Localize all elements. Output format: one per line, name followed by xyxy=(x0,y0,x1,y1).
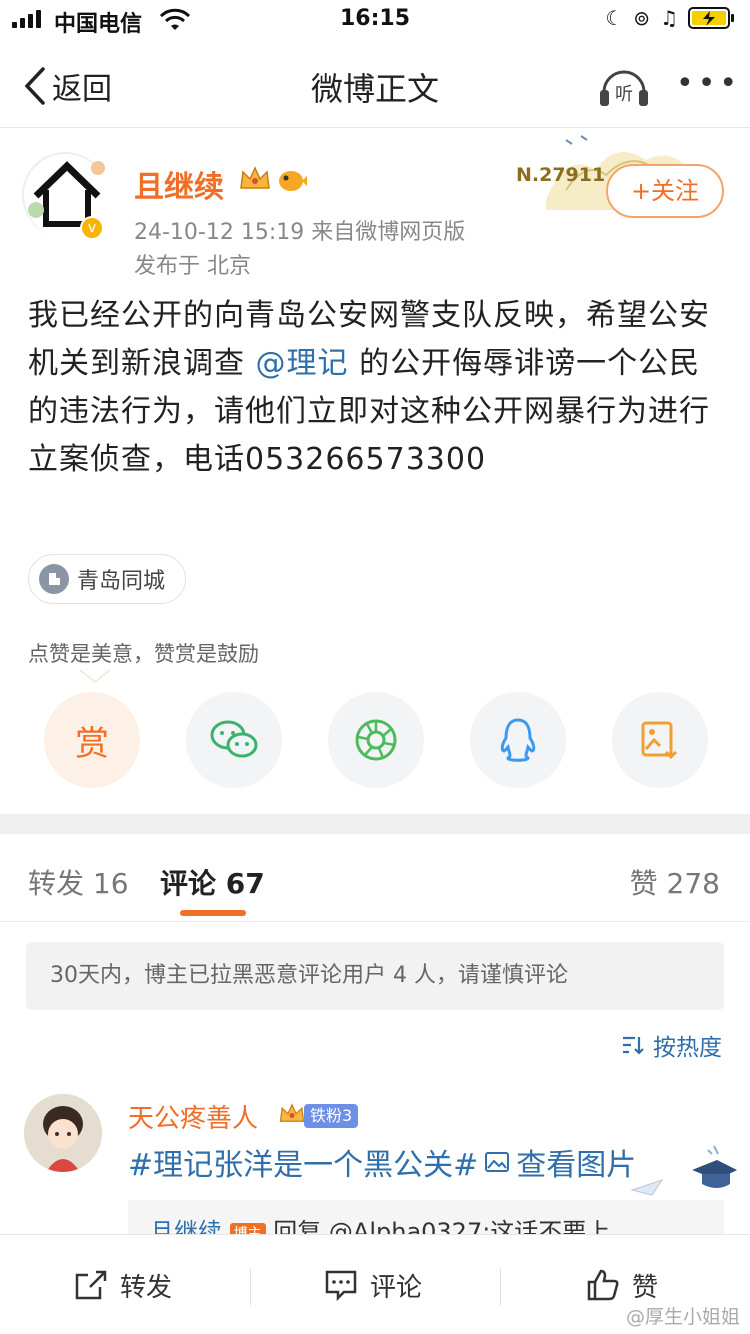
repost-button[interactable]: 转发 xyxy=(74,1235,172,1334)
badge-number: N.27911 xyxy=(516,164,606,186)
watermark: @厚生小姐姐 xyxy=(625,1306,740,1328)
commenter-crown-icon xyxy=(279,1103,305,1122)
fan-level-badge: 铁粉3 xyxy=(304,1104,359,1128)
share-actions: 赏 xyxy=(44,692,708,788)
repost-icon xyxy=(75,1270,107,1300)
battery-icon xyxy=(688,7,734,29)
comment-button[interactable]: 评论 xyxy=(324,1235,422,1334)
divider xyxy=(500,1269,501,1305)
tab-repost-count: 16 xyxy=(92,867,129,900)
sort-button[interactable]: 按热度 xyxy=(621,1028,722,1062)
follow-button[interactable]: +关注 xyxy=(606,164,724,218)
pufferfish-icon xyxy=(279,171,307,191)
moments-share-button[interactable] xyxy=(328,692,424,788)
view-image-link[interactable]: 查看图片 xyxy=(516,1140,636,1184)
post-text: 我已经公开的向青岛公安网警支队反映，希望公安机关到新浪调查 @理记 的公开侮辱诽… xyxy=(28,292,724,484)
commenter-name[interactable]: 天公疼善人 xyxy=(128,1098,258,1135)
commenter-avatar[interactable] xyxy=(24,1094,102,1172)
repost-label: 转发 xyxy=(120,1272,173,1303)
comment-text: #理记张洋是一个黑公关# 查看图片 xyxy=(128,1140,636,1184)
post-location: 发布于 北京 xyxy=(134,254,251,279)
like-label: 赞 xyxy=(632,1272,659,1303)
qq-icon xyxy=(500,718,536,762)
tab-comment[interactable]: 评论 67 xyxy=(160,862,265,902)
wechat-share-button[interactable] xyxy=(186,692,282,788)
crown-icon xyxy=(240,166,270,189)
city-tag[interactable]: 青岛同城 xyxy=(28,554,187,604)
tab-like[interactable]: 赞 278 xyxy=(630,862,720,902)
wechat-icon xyxy=(210,720,258,758)
divider xyxy=(250,1269,251,1305)
save-image-button[interactable] xyxy=(612,692,708,788)
comment-label: 评论 xyxy=(370,1272,423,1303)
rotation-lock-icon: ⊚ xyxy=(633,6,651,30)
tab-like-label: 赞 xyxy=(629,867,658,900)
thumbs-up-icon xyxy=(587,1269,619,1301)
tab-like-count: 278 xyxy=(666,867,720,900)
tip-caret-icon xyxy=(80,670,110,683)
moments-icon xyxy=(355,719,397,761)
building-icon xyxy=(39,564,69,594)
graduation-cap-decoration-icon xyxy=(630,1145,737,1196)
reward-tip: 点赞是美意，赞赏是鼓励 xyxy=(28,642,259,666)
section-divider xyxy=(0,814,750,834)
tab-comment-count: 67 xyxy=(225,867,265,900)
nav-bar: 返回 微博正文 听 ••• xyxy=(0,40,750,128)
headphones-icon: ♫ xyxy=(660,6,678,30)
mention-link[interactable]: @理记 xyxy=(256,346,349,381)
tab-repost[interactable]: 转发 16 xyxy=(28,862,129,902)
listen-button[interactable]: 听 xyxy=(598,62,650,108)
verified-badge-icon: v xyxy=(80,216,104,240)
cartoon-girl-avatar-icon xyxy=(24,1094,102,1172)
active-tab-indicator xyxy=(180,910,246,916)
tab-repost-label: 转发 xyxy=(28,867,85,900)
sort-label: 按热度 xyxy=(653,1035,722,1061)
comment-notice: 30天内，博主已拉黑恶意评论用户 4 人，请谨慎评论 xyxy=(26,942,724,1010)
post-datetime-source: 24-10-12 15:19 来自微博网页版 xyxy=(134,220,466,245)
tab-comment-label: 评论 xyxy=(160,867,217,900)
image-icon xyxy=(485,1152,510,1172)
author-name[interactable]: 且继续 xyxy=(134,162,224,206)
headphones-listen-icon: 听 xyxy=(600,70,648,106)
comment-icon xyxy=(325,1270,357,1301)
reward-button[interactable]: 赏 xyxy=(44,692,140,788)
listen-label: 听 xyxy=(615,84,633,105)
moon-icon: ☾ xyxy=(605,6,624,30)
more-button[interactable]: ••• xyxy=(676,69,741,99)
save-image-icon xyxy=(641,721,678,760)
qq-share-button[interactable] xyxy=(470,692,566,788)
topic-link[interactable]: #理记张洋是一个黑公关# xyxy=(128,1140,478,1184)
status-bar: 中国电信 16:15 ☾ ⊚ ♫ xyxy=(0,0,750,40)
sort-icon xyxy=(623,1036,644,1055)
city-tag-label: 青岛同城 xyxy=(77,569,166,594)
tabs: 转发 16 评论 67 赞 278 xyxy=(0,834,750,922)
